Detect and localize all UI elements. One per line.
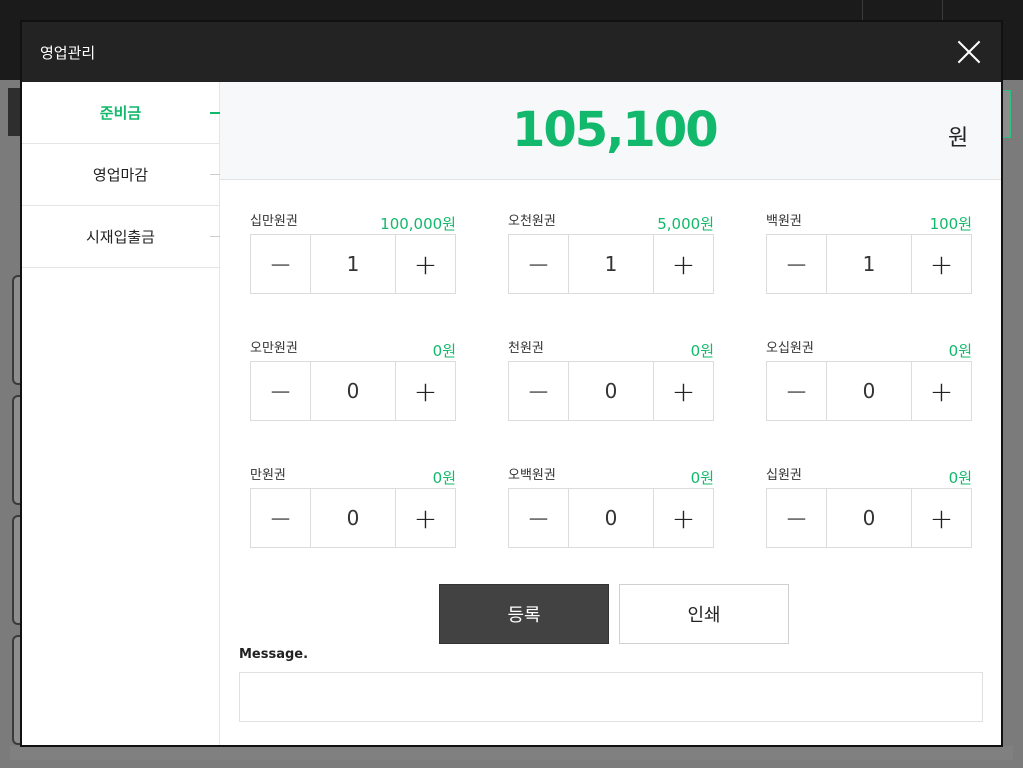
background-divider	[942, 0, 943, 22]
decrement-button[interactable]: −	[251, 489, 310, 547]
denomination-1000: 천원권 0원 − 0 +	[508, 329, 714, 421]
denomination-100: 백원권 100원 − 1 +	[766, 202, 972, 294]
quantity-value[interactable]: 0	[310, 362, 396, 420]
increment-button[interactable]: +	[396, 362, 455, 420]
quantity-stepper: − 0 +	[250, 488, 456, 548]
denomination-10: 십원권 0원 − 0 +	[766, 456, 972, 548]
sidebar-item-label: 영업마감	[92, 166, 149, 184]
sidebar-item-cash-in-out[interactable]: 시재입출금	[22, 206, 220, 268]
denomination-amount: 5,000원	[657, 215, 714, 233]
increment-button[interactable]: +	[912, 235, 971, 293]
sidebar-item-reserve-fund[interactable]: 준비금	[22, 82, 220, 144]
quantity-value[interactable]: 1	[568, 235, 654, 293]
modal-body: 준비금 영업마감 시재입출금 105,100 원 십만원권 100,000원 −	[22, 82, 1001, 745]
print-button[interactable]: 인쇄	[619, 584, 789, 644]
quantity-stepper: − 1 +	[250, 234, 456, 294]
quantity-value[interactable]: 0	[568, 362, 654, 420]
total-unit: 원	[948, 126, 969, 151]
background-footer	[10, 746, 1013, 760]
quantity-value[interactable]: 1	[826, 235, 912, 293]
denomination-500: 오백원권 0원 − 0 +	[508, 456, 714, 548]
increment-button[interactable]: +	[912, 489, 971, 547]
background-divider	[862, 0, 863, 22]
quantity-stepper: − 0 +	[250, 361, 456, 421]
register-button[interactable]: 등록	[439, 584, 609, 644]
decrement-button[interactable]: −	[767, 362, 826, 420]
decrement-button[interactable]: −	[509, 235, 568, 293]
denomination-amount: 100원	[929, 215, 972, 233]
denomination-amount: 0원	[948, 342, 972, 360]
modal-title: 영업관리	[40, 43, 96, 62]
decrement-button[interactable]: −	[251, 235, 310, 293]
reserve-fund-panel: 105,100 원 십만원권 100,000원 − 1 + 오천원권 5,000원 …	[220, 82, 1001, 745]
quantity-stepper: − 0 +	[508, 361, 714, 421]
quantity-value[interactable]: 1	[310, 235, 396, 293]
denomination-label: 오십원권	[766, 341, 814, 356]
increment-button[interactable]: +	[912, 362, 971, 420]
decrement-button[interactable]: −	[509, 362, 568, 420]
denomination-10000: 만원권 0원 − 0 +	[250, 456, 456, 548]
denomination-amount: 0원	[432, 469, 456, 487]
sidebar-item-closing[interactable]: 영업마감	[22, 144, 220, 206]
quantity-stepper: − 1 +	[766, 234, 972, 294]
denomination-label: 천원권	[508, 341, 544, 356]
sales-management-modal: 영업관리 준비금 영업마감 시재입출금 105,100 원 십만원권 100,0…	[20, 20, 1003, 747]
sidebar: 준비금 영업마감 시재입출금	[22, 82, 220, 745]
denomination-label: 오천원권	[508, 214, 556, 229]
total-amount: 105,100	[512, 102, 719, 158]
denomination-amount: 0원	[948, 469, 972, 487]
denomination-label: 만원권	[250, 468, 286, 483]
denomination-amount: 100,000원	[380, 215, 456, 233]
increment-button[interactable]: +	[654, 489, 713, 547]
decrement-button[interactable]: −	[251, 362, 310, 420]
quantity-value[interactable]: 0	[310, 489, 396, 547]
sidebar-item-label: 시재입출금	[85, 228, 155, 246]
increment-button[interactable]: +	[396, 235, 455, 293]
denomination-label: 오만원권	[250, 341, 298, 356]
denomination-label: 백원권	[766, 214, 802, 229]
decrement-button[interactable]: −	[767, 489, 826, 547]
increment-button[interactable]: +	[654, 235, 713, 293]
quantity-stepper: − 1 +	[508, 234, 714, 294]
denomination-label: 십만원권	[250, 214, 298, 229]
quantity-value[interactable]: 0	[826, 362, 912, 420]
denomination-100000: 십만원권 100,000원 − 1 +	[250, 202, 456, 294]
quantity-stepper: − 0 +	[508, 488, 714, 548]
decrement-button[interactable]: −	[767, 235, 826, 293]
active-indicator	[210, 112, 220, 114]
increment-button[interactable]: +	[654, 362, 713, 420]
denomination-50: 오십원권 0원 − 0 +	[766, 329, 972, 421]
increment-button[interactable]: +	[396, 489, 455, 547]
denomination-50000: 오만원권 0원 − 0 +	[250, 329, 456, 421]
denomination-label: 오백원권	[508, 468, 556, 483]
message-field[interactable]	[239, 672, 983, 722]
quantity-value[interactable]: 0	[826, 489, 912, 547]
denomination-amount: 0원	[690, 469, 714, 487]
message-label: Message.	[239, 647, 309, 662]
item-indicator	[210, 174, 220, 175]
sidebar-item-label: 준비금	[99, 104, 142, 122]
denomination-amount: 0원	[432, 342, 456, 360]
denomination-label: 십원권	[766, 468, 802, 483]
quantity-stepper: − 0 +	[766, 488, 972, 548]
modal-header: 영업관리	[22, 22, 1001, 82]
decrement-button[interactable]: −	[509, 489, 568, 547]
denomination-amount: 0원	[690, 342, 714, 360]
quantity-value[interactable]: 0	[568, 489, 654, 547]
total-bar: 105,100 원	[220, 82, 1001, 180]
item-indicator	[210, 236, 220, 237]
close-icon[interactable]	[955, 38, 983, 66]
quantity-stepper: − 0 +	[766, 361, 972, 421]
denomination-5000: 오천원권 5,000원 − 1 +	[508, 202, 714, 294]
